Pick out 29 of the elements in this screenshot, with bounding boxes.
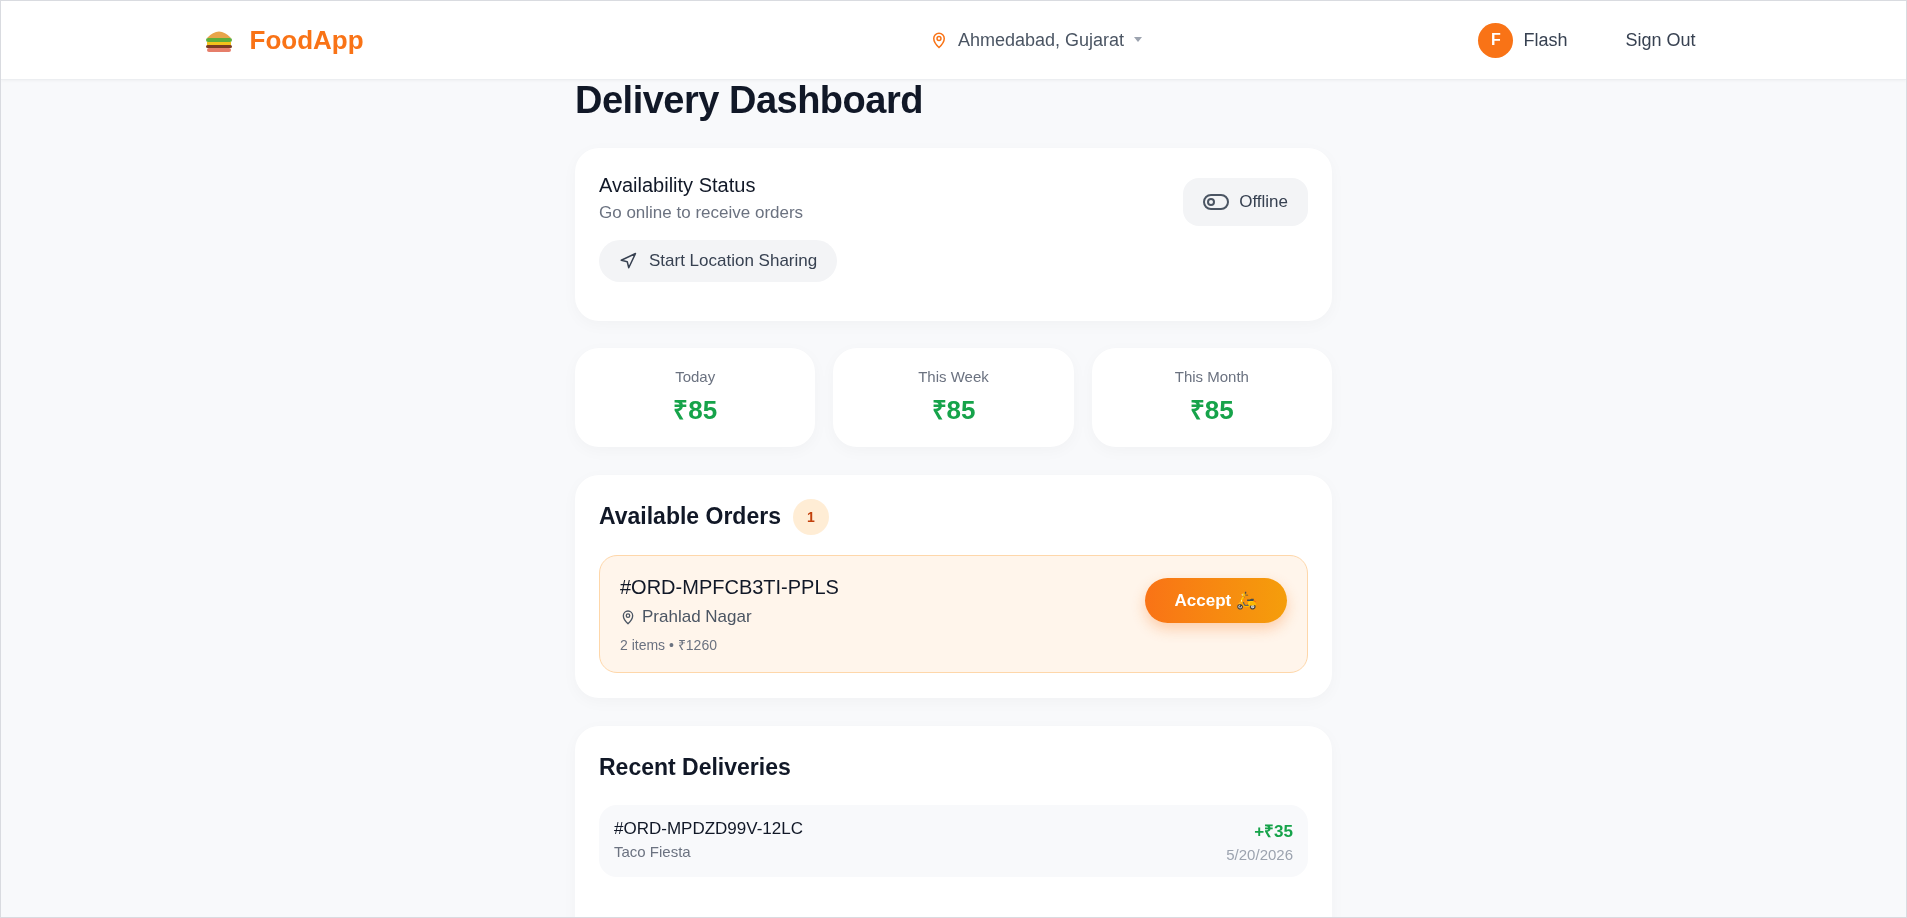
section-heading: Available Orders: [599, 503, 781, 531]
location-selector[interactable]: Ahmedabad, Gujarat: [923, 28, 1149, 52]
delivery-id: #ORD-MPDZD99V-12LC: [614, 818, 803, 839]
sign-out-button[interactable]: Sign Out: [1617, 25, 1704, 55]
earnings-period: Today: [675, 367, 716, 385]
availability-subtitle: Go online to receive orders: [599, 202, 804, 223]
delivery-date: 5/20/2026: [1226, 845, 1293, 863]
page-title: Delivery Dashboard: [575, 80, 924, 122]
map-pin-icon: [620, 607, 636, 626]
order-summary: 2 items • ₹1260: [620, 635, 718, 654]
caret-icon: [1134, 37, 1143, 43]
restaurant-name: Taco Fiesta: [614, 842, 692, 860]
section-heading: Recent Deliveries: [599, 753, 792, 781]
earnings-amount: ₹85: [673, 393, 718, 427]
order-area: Prahlad Nagar: [642, 606, 752, 627]
navigation-arrow-icon: [619, 251, 637, 270]
toggle-icon: [1203, 193, 1230, 210]
order-id: #ORD-MPFCB3TI-PPLS: [620, 575, 839, 599]
location-sharing-button[interactable]: Start Location Sharing: [599, 239, 838, 282]
availability-heading: Availability Status: [599, 173, 757, 197]
earnings-period: This Week: [918, 367, 989, 385]
earnings-amount: ₹85: [931, 393, 976, 427]
delivery-earning: +₹35: [1253, 820, 1293, 842]
order-count-badge: 1: [792, 498, 829, 535]
availability-toggle[interactable]: Offline: [1183, 177, 1308, 226]
user-name: Flash: [1523, 29, 1568, 51]
earnings-amount: ₹85: [1189, 393, 1234, 427]
earnings-period: This Month: [1174, 367, 1249, 385]
user-avatar: F: [1478, 22, 1514, 58]
